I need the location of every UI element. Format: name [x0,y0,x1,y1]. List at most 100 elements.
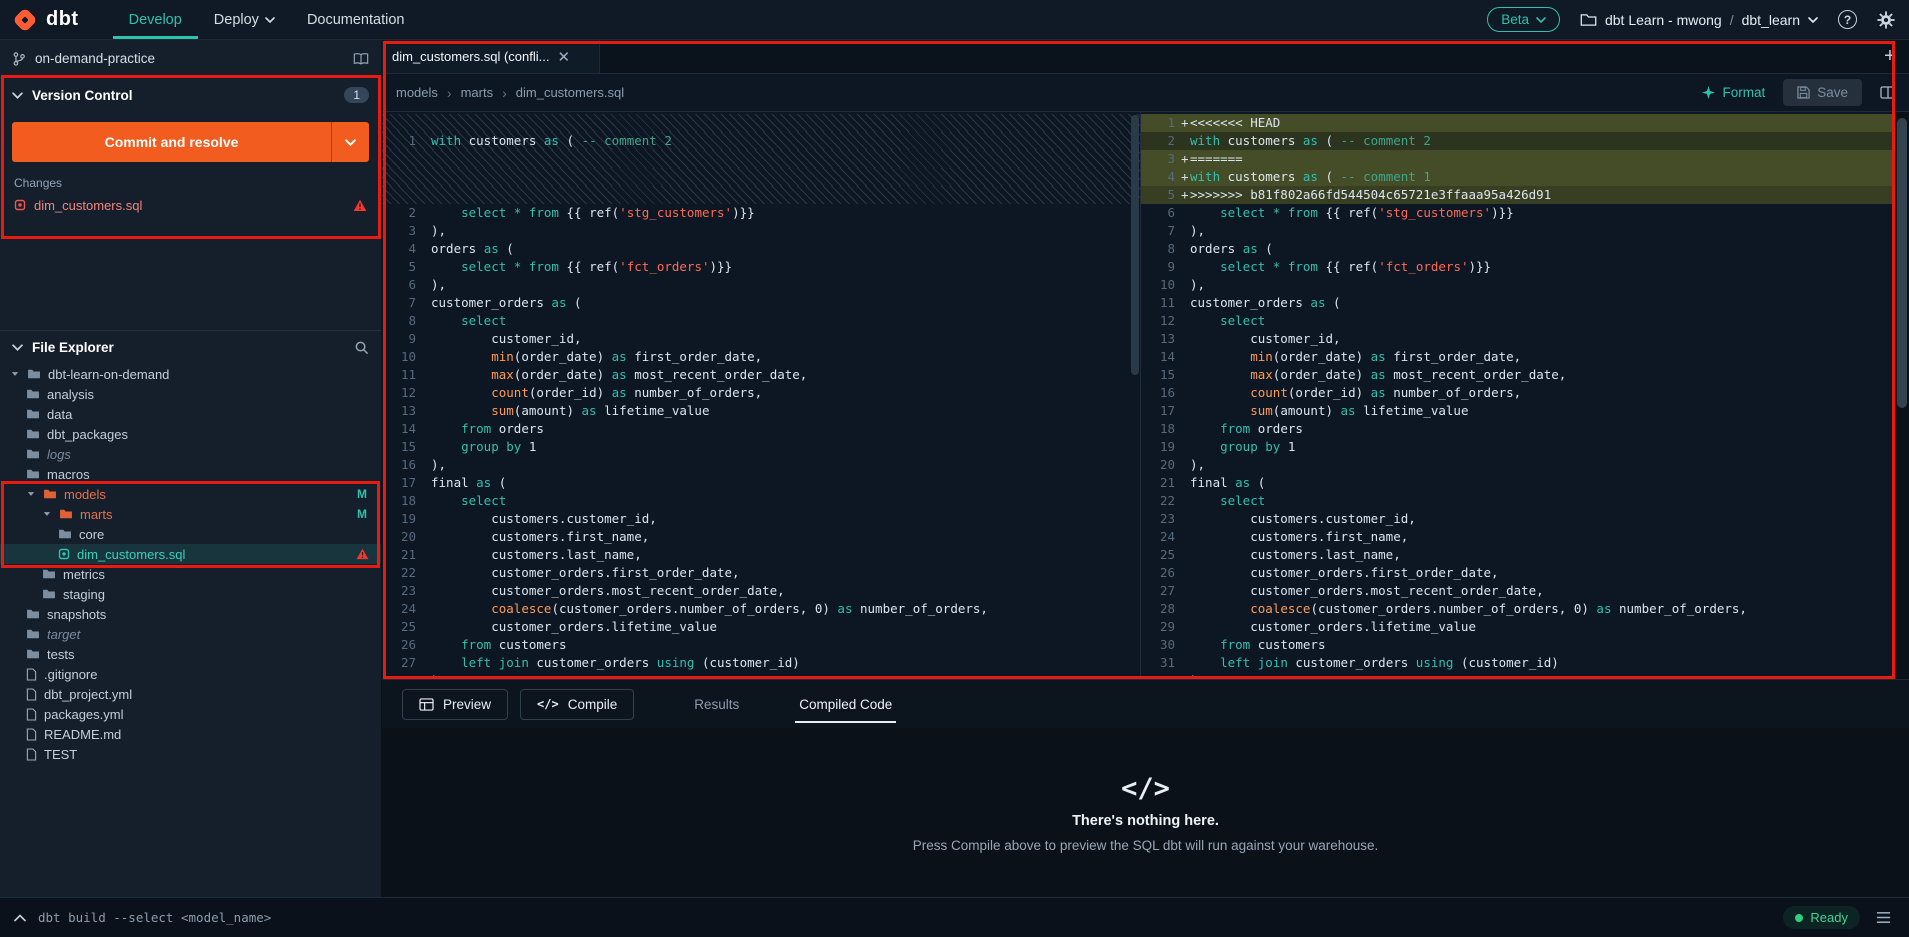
diff-marker [422,204,431,222]
compile-button[interactable]: </> Compile [520,688,635,720]
breadcrumb-marts[interactable]: marts [461,85,494,100]
code-text: max(order_date) as most_recent_order_dat… [1250,367,1567,382]
preview-button[interactable]: Preview [402,688,509,720]
diff-marker [1181,636,1190,654]
line-number [382,186,422,204]
tree-item-marts[interactable]: marts M [0,504,381,524]
folder-icon [26,648,40,660]
breadcrumb-file[interactable]: dim_customers.sql [516,85,624,100]
close-tab-icon[interactable]: ✕ [558,48,571,66]
editor-scrollbar[interactable] [1895,112,1909,679]
code-text: select * from {{ ref('fct_orders')}} [1220,259,1492,274]
tree-item-data[interactable]: data [0,404,381,424]
tree-item-label: core [79,526,105,542]
tree-item-packages.yml[interactable]: packages.yml [0,704,381,724]
tree-item-tests[interactable]: tests [0,644,381,664]
code-line: 24 coalesce(customer_orders.number_of_or… [382,600,1140,618]
diff-marker [1181,294,1190,312]
line-number: 30 [1159,637,1175,652]
tree-item-snapshots[interactable]: snapshots [0,604,381,624]
tree-item-staging[interactable]: staging [0,584,381,604]
code-line: 10), [1141,276,1909,294]
tree-item-metrics[interactable]: metrics [0,564,381,584]
line-number: 27 [1159,583,1175,598]
tree-item-TEST[interactable]: TEST [0,744,381,764]
search-icon[interactable] [354,340,369,355]
line-number: 1 [408,133,416,148]
code-line: 17 final as ( [382,474,1140,492]
diff-marker [1181,564,1190,582]
file-explorer-header[interactable]: File Explorer [0,330,381,364]
diff-marker: + [1181,169,1189,184]
table-icon [419,697,434,711]
tree-item-dbt_project.yml[interactable]: dbt_project.yml [0,684,381,704]
tab-compiled-code[interactable]: Compiled Code [795,691,897,723]
version-control-header[interactable]: Version Control 1 [0,78,381,112]
scrollbar-thumb[interactable] [1897,118,1907,408]
line-number: 4 [1167,169,1175,184]
help-icon[interactable]: ? [1838,10,1857,29]
changed-file-row[interactable]: dim_customers.sql [0,192,381,218]
git-modified-badge: M [357,487,367,501]
beta-toggle[interactable]: Beta [1487,7,1560,32]
version-control-body: Commit and resolve Changes dim_customers… [0,112,381,330]
tree-item-dbt-learn-on-demand[interactable]: dbt-learn-on-demand [0,364,381,384]
line-number: 18 [1159,421,1175,436]
nav-deploy[interactable]: Deploy [198,0,291,39]
diff-marker [1181,672,1190,679]
code-icon: </> [1121,772,1170,804]
save-button[interactable]: Save [1783,79,1862,106]
diff-editor[interactable]: 1 with customers as ( -- comment 2 2 selec… [382,112,1909,679]
nav-develop[interactable]: Develop [113,0,198,39]
code-text: coalesce(customer_orders.number_of_order… [491,601,988,616]
folder-icon [26,388,40,400]
tab-dim-customers[interactable]: dim_customers.sql (confli... ✕ [382,40,600,73]
tree-item-README.md[interactable]: README.md [0,724,381,744]
command-input[interactable] [38,910,1772,925]
tree-item-core[interactable]: core [0,524,381,544]
diff-pane-current[interactable]: 1 with customers as ( -- comment 2 2 selec… [382,112,1141,679]
code-text: count(order_id) as number_of_orders, [491,385,763,400]
commit-and-resolve-button[interactable]: Commit and resolve [12,122,369,162]
code-line: 5 select * from {{ ref('fct_orders')}} [382,258,1140,276]
tree-item-label: target [47,626,81,642]
breadcrumb-models[interactable]: models [396,85,438,100]
docs-icon[interactable] [353,52,369,66]
breadcrumb-chevron-icon: › [502,84,507,101]
nav-documentation[interactable]: Documentation [291,0,421,39]
tree-item-dim_customers.sql[interactable]: dim_customers.sql [0,544,381,564]
version-control-title: Version Control [32,87,133,103]
left-pane-scrollbar[interactable] [1131,115,1139,375]
tree-item-.gitignore[interactable]: .gitignore [0,664,381,684]
code-line: 7 customer_orders as ( [382,294,1140,312]
tree-item-dbt_packages[interactable]: dbt_packages [0,424,381,444]
commit-button-label[interactable]: Commit and resolve [12,122,331,162]
code-line: 23 customer_orders.most_recent_order_dat… [382,582,1140,600]
account-project-switcher[interactable]: dbt Learn - mwong / dbt_learn [1580,12,1818,28]
chevron-up-icon[interactable] [14,913,26,922]
tree-item-models[interactable]: models M [0,484,381,504]
diff-marker [422,330,431,348]
menu-icon[interactable] [1872,907,1895,928]
diff-marker [422,384,431,402]
split-view-icon[interactable] [1880,86,1895,99]
commit-options-caret[interactable] [331,122,369,162]
line-number: 17 [1159,403,1175,418]
line-number [382,114,422,132]
new-tab-button[interactable]: + [1871,40,1909,73]
code-line: 32) [1141,672,1909,679]
diff-pane-incoming[interactable]: 1 + <<<<<<< HEAD 2 with customers as ( -- co… [1141,112,1909,679]
tab-results[interactable]: Results [690,691,743,718]
tree-item-analysis[interactable]: analysis [0,384,381,404]
code-text: ======= [1190,151,1243,166]
format-button[interactable]: Format [1702,85,1765,100]
tree-item-logs[interactable]: logs [0,444,381,464]
tree-item-macros[interactable]: macros [0,464,381,484]
changes-count-badge: 1 [344,87,369,103]
settings-gear-icon[interactable] [1877,10,1895,29]
dbt-logo[interactable]: dbt [12,0,79,39]
git-branch-row[interactable]: on-demand-practice [0,40,381,78]
line-number: 18 [400,493,416,508]
tree-item-target[interactable]: target [0,624,381,644]
